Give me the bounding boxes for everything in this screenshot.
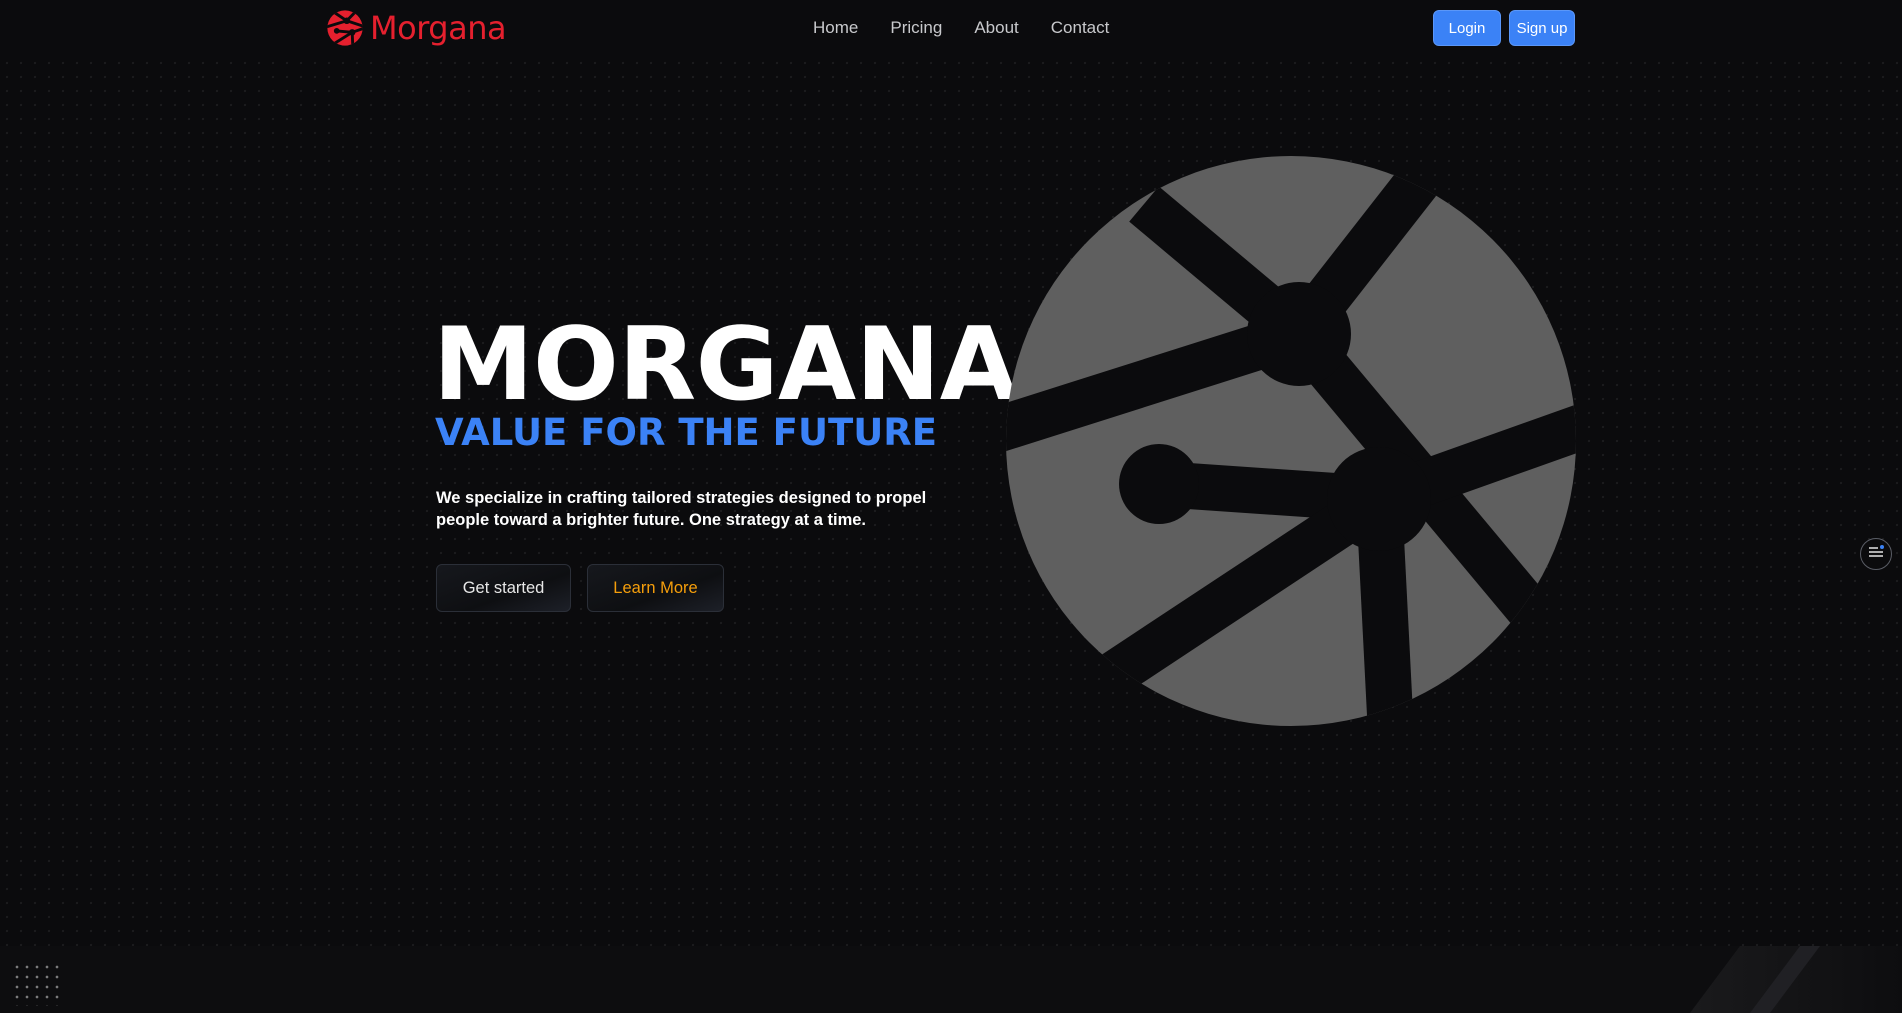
logo-link[interactable]: Morgana: [327, 8, 507, 48]
nav-home[interactable]: Home: [813, 17, 858, 39]
hero-description-line: people toward a brighter future. One str…: [436, 511, 866, 529]
site-header: Morgana Home Pricing About Contact Login…: [0, 0, 1902, 56]
corner-dot-pattern: [12, 962, 62, 1006]
nav-about[interactable]: About: [974, 17, 1018, 39]
learn-more-button[interactable]: Learn More: [587, 564, 724, 612]
morgana-logo-icon: [327, 10, 363, 46]
menu-lines-icon: [1867, 543, 1885, 566]
login-button[interactable]: Login: [1433, 10, 1501, 46]
nav-pricing[interactable]: Pricing: [890, 17, 942, 39]
morgana-emblem-icon: [1004, 154, 1578, 728]
hero-description: We specialize in crafting tailored strat…: [436, 487, 976, 531]
nav-contact[interactable]: Contact: [1051, 17, 1110, 39]
page: Morgana Home Pricing About Contact Login…: [0, 0, 1902, 1013]
hero-description-line: We specialize in crafting tailored strat…: [436, 489, 927, 507]
hero-subtitle: VALUE FOR THE FUTURE: [435, 411, 938, 454]
signup-button[interactable]: Sign up: [1509, 10, 1575, 46]
get-started-button[interactable]: Get started: [436, 564, 571, 612]
bottom-band: [0, 946, 1902, 1013]
logo-text: Morgana: [370, 9, 507, 47]
side-menu-button[interactable]: [1860, 538, 1892, 570]
main-nav: Home Pricing About Contact: [813, 17, 1141, 39]
corner-decoration: [1660, 946, 1902, 1013]
hero-title: MORGANA: [433, 305, 1018, 423]
